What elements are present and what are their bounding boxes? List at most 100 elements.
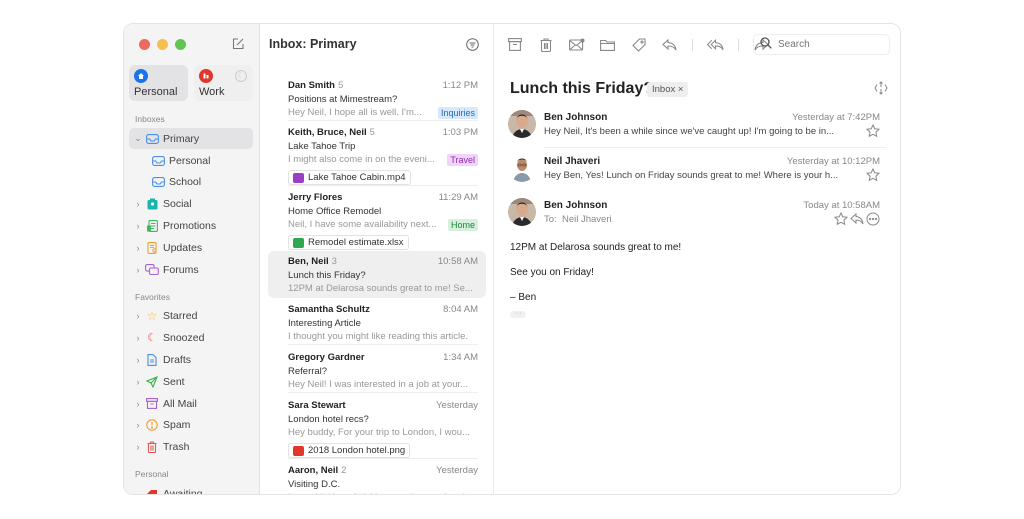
message-row[interactable]: Jerry Flores 11:29 AM Home Office Remodel… (268, 189, 486, 253)
sidebar-item-label: Personal (169, 154, 211, 167)
divider (544, 147, 886, 148)
sidebar-item-starred[interactable]: › ☆ Starred (129, 305, 253, 326)
attachment-chip[interactable]: Lake Tahoe Cabin.mp4 (288, 170, 411, 185)
sidebar-item-primary[interactable]: ⌄ Primary (129, 128, 253, 149)
sidebar-item-label: Forums (163, 263, 199, 276)
sidebar-item-updates[interactable]: › Updates (129, 237, 253, 258)
message-row[interactable]: Dan Smith 5 1:12 PM Positions at Mimestrea… (268, 77, 486, 120)
sidebar-item-trash[interactable]: › Trash (129, 436, 253, 457)
account-switcher: Personal ☾ Work (129, 65, 253, 101)
sidebar-item-forums[interactable]: › Forums (129, 259, 253, 280)
message-row[interactable]: Samantha Schultz 8:04 AM Interesting Arti… (268, 301, 486, 344)
label-tag-icon[interactable] (630, 36, 647, 53)
sidebar-item-awaiting[interactable]: Awaiting (129, 483, 253, 494)
avatar-ben (508, 110, 536, 138)
account-work[interactable]: ☾ Work (194, 65, 253, 101)
section-favorites: Favorites (135, 292, 170, 302)
chevron-right-icon[interactable]: › (133, 355, 143, 365)
sidebar-item-personal[interactable]: Personal (129, 150, 253, 171)
star-icon[interactable] (865, 167, 881, 182)
reply-icon[interactable] (850, 212, 864, 226)
sidebar-item-school[interactable]: School (129, 171, 253, 192)
sidebar-item-drafts[interactable]: › Drafts (129, 349, 253, 370)
message-row[interactable]: Sara Stewart Yesterday London hotel recs?… (268, 397, 486, 461)
inbox-tray-icon (145, 132, 159, 146)
thread-message[interactable]: Neil Jhaveri Yesterday at 10:12PM Hey Be… (508, 154, 881, 190)
more-options-icon[interactable] (866, 212, 880, 226)
message-row-selected[interactable]: Ben, Neil 3 10:58 AM Lunch this Friday? 12… (268, 251, 486, 298)
chevron-right-icon[interactable]: › (133, 420, 143, 430)
message-row[interactable]: Aaron, Neil2 Yesterday Visiting D.C. I wa… (268, 462, 486, 494)
chevron-right-icon[interactable]: › (133, 377, 143, 387)
message-snippet: Hey Neil, It's been a while since we've … (544, 126, 835, 137)
sidebar-item-snoozed[interactable]: › ☾ Snoozed (129, 327, 253, 348)
message-subject: Lunch this Friday? (288, 270, 366, 281)
mark-unread-icon[interactable] (568, 36, 585, 53)
attachment-chip[interactable]: Remodel estimate.xlsx (288, 235, 409, 250)
sidebar-item-all-mail[interactable]: › All Mail (129, 393, 253, 414)
message-row[interactable]: Gregory Gardner 1:34 AM Referral? Hey Nei… (268, 349, 486, 392)
mail-window: Personal ☾ Work Inboxes ⌄ Primary Person… (123, 23, 901, 495)
social-person-icon (145, 197, 159, 211)
chevron-right-icon[interactable]: › (133, 199, 143, 209)
chevron-right-icon[interactable]: › (133, 442, 143, 452)
sidebar-item-sent[interactable]: › Sent (129, 371, 253, 392)
message-subject: Referral? (288, 366, 328, 377)
search-input[interactable] (778, 39, 878, 50)
move-folder-icon[interactable] (599, 36, 616, 53)
chevron-right-icon[interactable]: › (133, 221, 143, 231)
message-subject: Interesting Article (288, 318, 361, 329)
chevron-right-icon[interactable]: › (133, 311, 143, 321)
sidebar: Personal ☾ Work Inboxes ⌄ Primary Person… (124, 24, 260, 494)
inbox-tray-icon (151, 175, 165, 189)
label-tag-icon (145, 487, 159, 494)
message-row[interactable]: Keith, Bruce, Neil 5 1:03 PM Lake Tahoe Tr… (268, 124, 486, 188)
toolbar-separator (738, 38, 739, 51)
star-icon[interactable] (865, 123, 881, 138)
trash-icon[interactable] (537, 36, 554, 53)
section-inboxes: Inboxes (135, 114, 165, 124)
search-field[interactable] (753, 34, 890, 55)
avatar-ben (508, 198, 536, 226)
star-icon[interactable] (833, 211, 849, 226)
inbox-label-chip[interactable]: Inbox × (647, 82, 689, 97)
minimize-window-button[interactable] (157, 39, 168, 50)
to-label: To: (544, 214, 557, 225)
sidebar-item-social[interactable]: › Social (129, 193, 253, 214)
compose-icon[interactable] (231, 37, 245, 51)
recipient-name[interactable]: Neil Jhaveri (562, 214, 612, 225)
do-not-disturb-moon-icon: ☾ (235, 70, 247, 82)
remove-label-icon[interactable]: × (678, 84, 684, 95)
show-quoted-text-button[interactable]: ··· (510, 310, 526, 318)
archive-icon[interactable] (506, 36, 523, 53)
chevron-down-icon[interactable]: ⌄ (133, 133, 143, 144)
message-subject: Home Office Remodel (288, 206, 382, 217)
divider (288, 392, 478, 393)
chevron-right-icon[interactable]: › (133, 265, 143, 275)
thread-message[interactable]: Ben Johnson Yesterday at 7:42PM Hey Neil… (508, 110, 881, 146)
sidebar-item-label: Promotions (163, 219, 217, 232)
sidebar-item-promotions[interactable]: › Promotions (129, 215, 253, 236)
account-personal[interactable]: Personal (129, 65, 188, 101)
sidebar-item-label: All Mail (163, 397, 197, 410)
thread-count: 5 (337, 80, 344, 91)
message-time: 1:12 PM (442, 80, 478, 91)
zoom-window-button[interactable] (175, 39, 186, 50)
label-tag[interactable]: Travel (447, 154, 478, 166)
reply-icon[interactable] (661, 36, 678, 53)
reply-all-icon[interactable] (707, 36, 724, 53)
filter-icon[interactable] (466, 38, 479, 51)
attachment-chip[interactable]: 2018 London hotel.png (288, 443, 411, 458)
label-tag[interactable]: Home (447, 219, 478, 231)
divider (288, 458, 478, 459)
chevron-right-icon[interactable]: › (133, 399, 143, 409)
sidebar-item-label: Drafts (163, 353, 192, 366)
sidebar-item-spam[interactable]: › Spam (129, 414, 253, 435)
label-tag[interactable]: Inquiries (437, 107, 478, 119)
close-window-button[interactable] (139, 39, 150, 50)
house-icon (134, 69, 148, 83)
chevron-right-icon[interactable]: › (133, 333, 143, 343)
expand-collapse-icon[interactable] (874, 81, 888, 95)
chevron-right-icon[interactable]: › (133, 243, 143, 253)
archive-box-icon (145, 397, 159, 411)
